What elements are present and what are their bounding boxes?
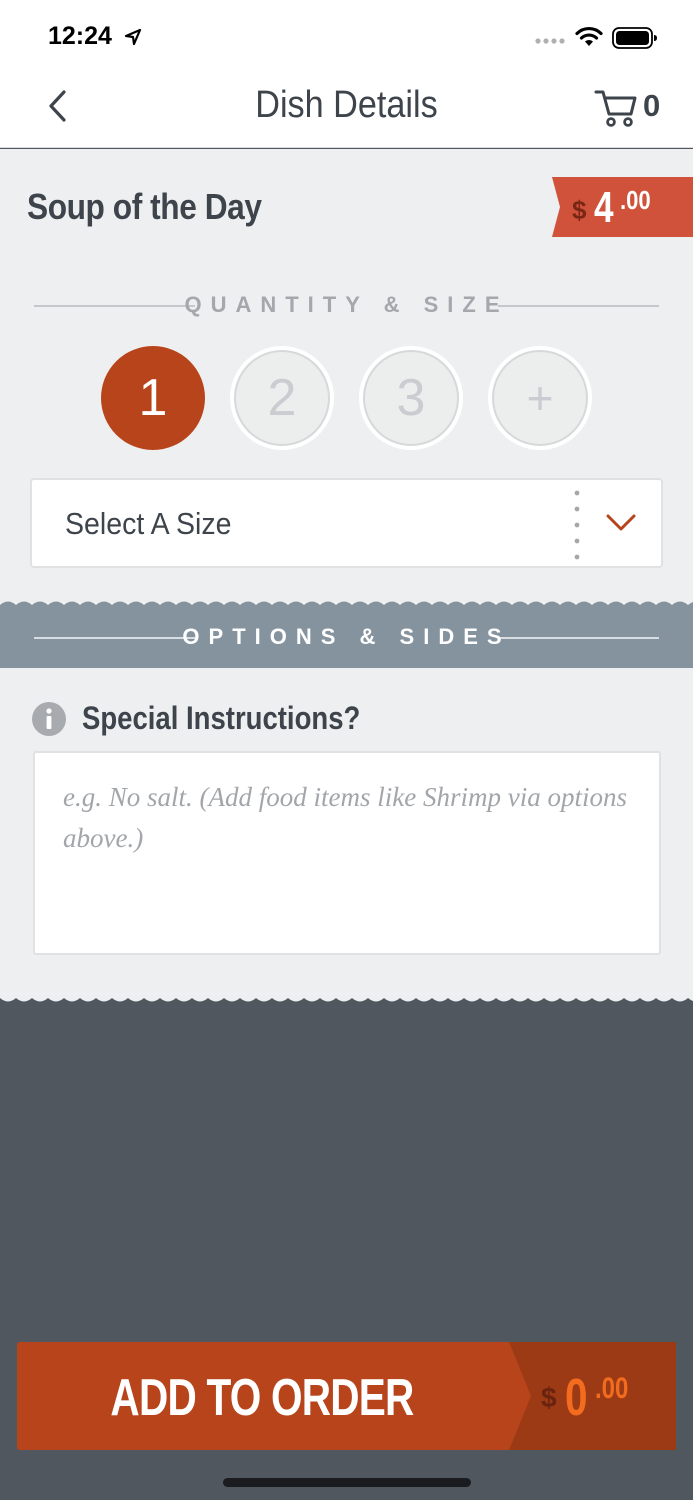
battery-icon: [612, 27, 657, 49]
special-instructions-input[interactable]: [33, 751, 661, 955]
signal-icon: [535, 38, 565, 44]
instructions-label: Special Instructions?: [82, 700, 361, 736]
quantity-option-2[interactable]: 2: [230, 346, 334, 450]
cart-icon: [594, 90, 637, 127]
status-time: 12:24: [48, 22, 112, 50]
status-bar: 12:24: [0, 0, 693, 70]
wave-edge: [0, 993, 693, 1002]
quantity-size-header: QUANTITY & SIZE: [184, 292, 509, 317]
dotted-divider: [574, 490, 580, 560]
dish-name: Soup of the Day: [27, 186, 262, 227]
add-to-order-button[interactable]: ADD TO ORDER $ 0 .00: [17, 1342, 676, 1450]
quantity-more-button[interactable]: +: [488, 346, 592, 450]
plus-icon: +: [526, 372, 554, 424]
cart-count: 0: [643, 88, 661, 123]
total-cents: .00: [595, 1372, 629, 1405]
price-tag: $ 4 .00: [552, 177, 693, 237]
chevron-down-icon: [606, 514, 636, 531]
cart-button[interactable]: 0: [594, 86, 664, 130]
wifi-icon: [575, 26, 603, 46]
page-title: Dish Details: [255, 84, 438, 126]
size-select[interactable]: Select A Size: [30, 478, 663, 568]
wave-edge: [0, 601, 693, 610]
quantity-option-label: 1: [138, 369, 168, 427]
price-whole: 4: [594, 183, 614, 232]
home-indicator: [223, 1478, 471, 1487]
quantity-option-3[interactable]: 3: [359, 346, 463, 450]
quantity-option-label: 2: [267, 369, 297, 427]
total-currency: $: [541, 1382, 557, 1413]
location-arrow-icon: [124, 28, 142, 46]
size-select-label: Select A Size: [65, 506, 232, 541]
nav-bar: Dish Details 0: [0, 70, 693, 148]
quantity-option-1[interactable]: 1: [101, 346, 205, 450]
info-icon: [32, 702, 66, 736]
total-whole: 0: [565, 1369, 588, 1427]
price-currency: $: [572, 195, 587, 225]
quantity-option-label: 3: [396, 369, 426, 427]
price-cents: .00: [620, 185, 651, 215]
add-to-order-label: ADD TO ORDER: [110, 1369, 414, 1427]
options-sides-header[interactable]: OPTIONS & SIDES: [0, 624, 693, 650]
